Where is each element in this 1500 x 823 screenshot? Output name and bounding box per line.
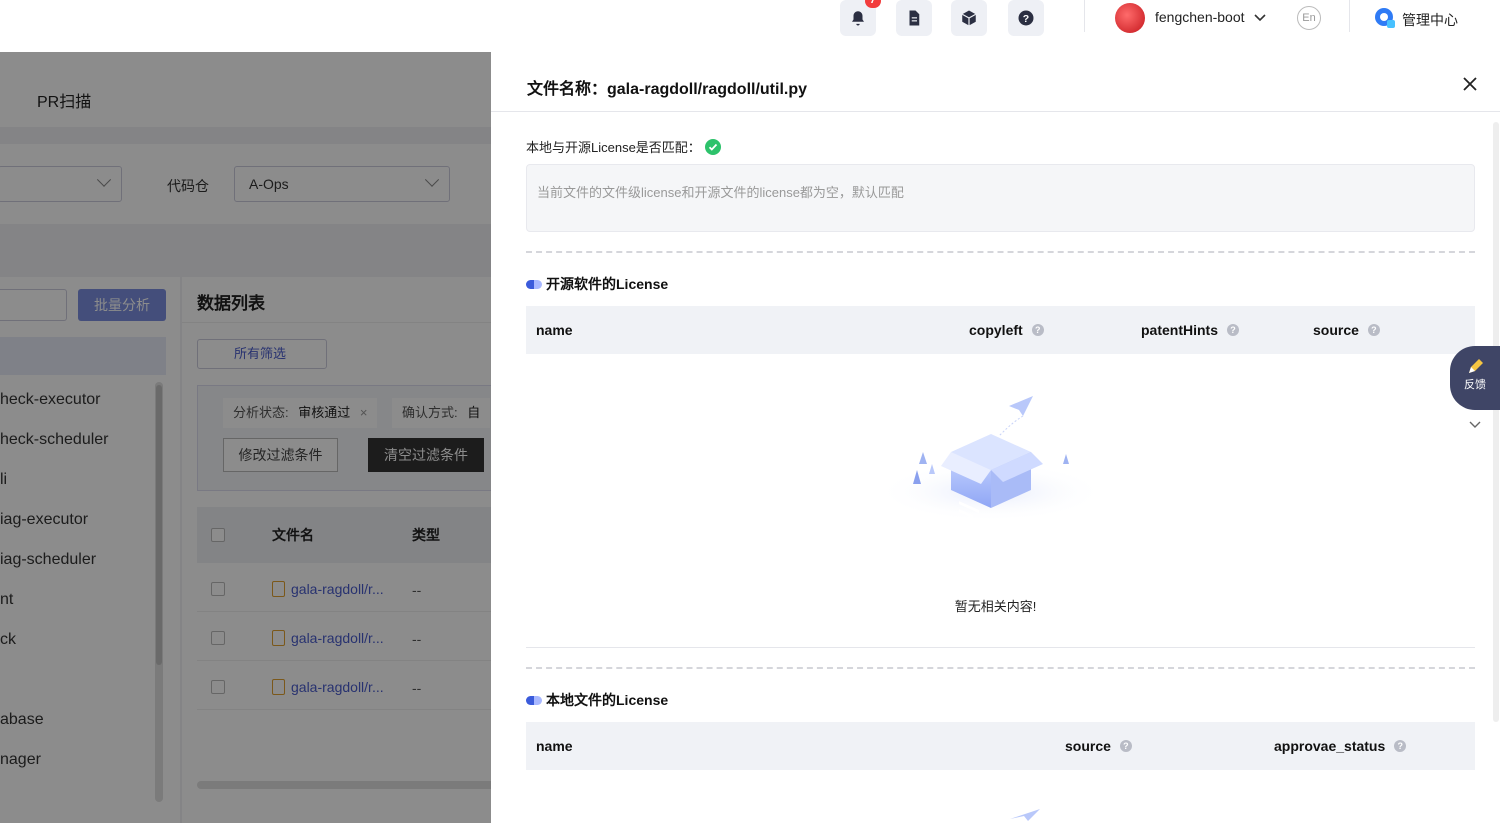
license-match-row: 本地与开源License是否匹配：	[526, 137, 721, 156]
empty-box-illustration	[876, 396, 1106, 522]
column-label: patentHints	[1141, 322, 1218, 338]
header-divider	[1349, 0, 1350, 32]
language-toggle[interactable]: En	[1297, 6, 1321, 30]
cube-icon	[961, 10, 977, 26]
column-header-name: name	[536, 322, 573, 338]
local-license-title-text: 本地文件的License	[546, 692, 669, 708]
help-icon[interactable]: ?	[1031, 324, 1044, 336]
section-marker-icon	[526, 695, 542, 705]
bell-icon	[852, 11, 864, 26]
check-circle-icon	[704, 138, 721, 155]
oss-license-section-title: 开源软件的License	[526, 274, 668, 294]
close-icon[interactable]	[1463, 77, 1477, 91]
pencil-icon	[1469, 359, 1483, 373]
document-icon	[909, 10, 920, 26]
column-label: name	[536, 322, 573, 338]
column-header-approve-status: approvae_status?	[1274, 738, 1407, 754]
product-button[interactable]	[951, 0, 987, 36]
column-label: copyleft	[969, 322, 1023, 338]
oss-license-title-text: 开源软件的License	[546, 276, 669, 292]
svg-text:?: ?	[1023, 13, 1029, 25]
username[interactable]: fengchen-boot	[1155, 9, 1245, 25]
section-divider	[526, 251, 1475, 253]
section-marker-icon	[526, 279, 542, 289]
column-label: source	[1313, 322, 1359, 338]
chevron-down-icon[interactable]	[1469, 418, 1481, 430]
local-license-section-title: 本地文件的License	[526, 690, 668, 710]
match-label: 本地与开源License是否匹配：	[526, 140, 701, 155]
section-divider	[526, 667, 1475, 669]
help-icon[interactable]: ?	[1367, 324, 1380, 336]
oss-license-table-header: name copyleft? patentHints? source?	[526, 306, 1475, 354]
license-detail-drawer: 文件名称：gala-ragdoll/ragdoll/util.py 本地与开源L…	[491, 52, 1500, 823]
column-label: source	[1065, 738, 1111, 754]
paper-plane-icon	[1010, 809, 1040, 821]
docs-button[interactable]	[896, 0, 932, 36]
column-header-source: source?	[1065, 738, 1132, 754]
help-icon[interactable]: ?	[1394, 740, 1407, 752]
feedback-label: 反馈	[1464, 379, 1486, 391]
admin-gear-icon[interactable]	[1372, 5, 1396, 29]
top-header: 7 ? fengchen-boot En 管理中心	[0, 0, 1500, 52]
help-button[interactable]: ?	[1008, 0, 1044, 36]
avatar[interactable]	[1115, 3, 1145, 33]
drawer-header: 文件名称：gala-ragdoll/ragdoll/util.py	[491, 52, 1500, 112]
column-header-patenthints: patentHints?	[1141, 322, 1239, 338]
column-label: approvae_status	[1274, 738, 1386, 754]
notification-badge: 7	[865, 0, 881, 8]
divider	[526, 647, 1475, 648]
notification-button[interactable]: 7	[840, 0, 881, 36]
drawer-scrollbar[interactable]	[1493, 122, 1499, 722]
column-header-name: name	[536, 738, 573, 754]
chevron-down-icon[interactable]	[1253, 11, 1267, 25]
admin-center-link[interactable]: 管理中心	[1402, 10, 1458, 30]
column-label: name	[536, 738, 573, 754]
column-header-copyleft: copyleft?	[969, 322, 1044, 338]
local-license-table-header: name source? approvae_status?	[526, 722, 1475, 770]
match-note-box: 当前文件的文件级license和开源文件的license都为空，默认匹配	[526, 164, 1475, 232]
drawer-title: 文件名称：gala-ragdoll/ragdoll/util.py	[527, 81, 808, 98]
header-divider	[1084, 0, 1085, 32]
empty-state-text: 暂无相关内容!	[954, 599, 1037, 614]
column-header-source: source?	[1313, 322, 1380, 338]
feedback-button[interactable]: 反馈	[1450, 346, 1500, 410]
help-icon[interactable]: ?	[1119, 740, 1132, 752]
help-icon: ?	[1018, 10, 1034, 26]
help-icon[interactable]: ?	[1227, 324, 1239, 336]
